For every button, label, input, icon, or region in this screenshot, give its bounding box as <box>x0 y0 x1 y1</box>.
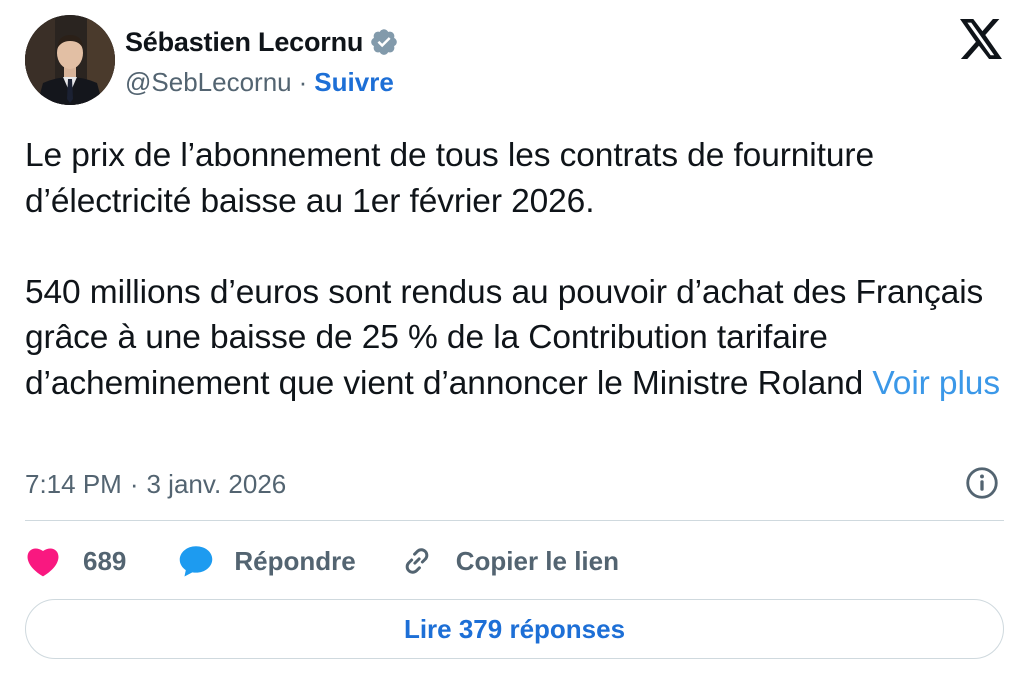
like-count: 689 <box>83 545 127 576</box>
tweet-text: Le prix de l’abonnement de tous les cont… <box>25 133 1000 406</box>
divider <box>25 520 1004 521</box>
tweet-paragraph-1: Le prix de l’abonnement de tous les cont… <box>25 137 874 220</box>
embedded-tweet-card: Sébastien Lecornu @SebLecornu · Suivre L… <box>0 0 1024 680</box>
verified-badge-icon <box>369 27 399 57</box>
author-name-row: Sébastien Lecornu <box>125 22 399 62</box>
reply-label: Répondre <box>234 545 356 576</box>
read-replies-label: Lire 379 réponses <box>403 613 626 644</box>
link-icon <box>405 548 429 574</box>
separator-dot: · <box>129 468 139 499</box>
author-handle-row: @SebLecornu · Suivre <box>125 64 394 100</box>
tweet-paragraph-2: 540 millions d’euros sont rendus au pouv… <box>25 270 1000 407</box>
avatar[interactable] <box>25 15 115 105</box>
info-icon[interactable] <box>964 465 1000 501</box>
tweet-time: 7:14 PM <box>25 468 122 499</box>
x-logo-icon[interactable] <box>958 18 1004 60</box>
author-name[interactable]: Sébastien Lecornu <box>125 27 363 58</box>
read-replies-button[interactable]: Lire 379 réponses <box>25 599 1004 659</box>
tweet-date: 3 janv. 2026 <box>146 468 287 499</box>
author-handle[interactable]: @SebLecornu <box>125 67 292 98</box>
speech-bubble-icon <box>180 546 213 577</box>
copy-link-label: Copier le lien <box>455 545 619 576</box>
see-more-link[interactable]: Voir plus <box>872 365 1000 402</box>
separator-dot: · <box>298 66 308 97</box>
tweet-paragraph-2-text: 540 millions d’euros sont rendus au pouv… <box>25 273 984 402</box>
reply-button[interactable]: Répondre <box>178 544 356 578</box>
tweet-timestamp[interactable]: 7:14 PM · 3 janv. 2026 <box>25 462 286 506</box>
like-button[interactable]: 689 <box>25 545 126 577</box>
copy-link-button[interactable]: Copier le lien <box>400 544 619 578</box>
tweet-actions: 689 Répondre Copier le lien <box>25 538 619 584</box>
heart-icon <box>27 548 59 577</box>
follow-button[interactable]: Suivre <box>314 67 394 98</box>
